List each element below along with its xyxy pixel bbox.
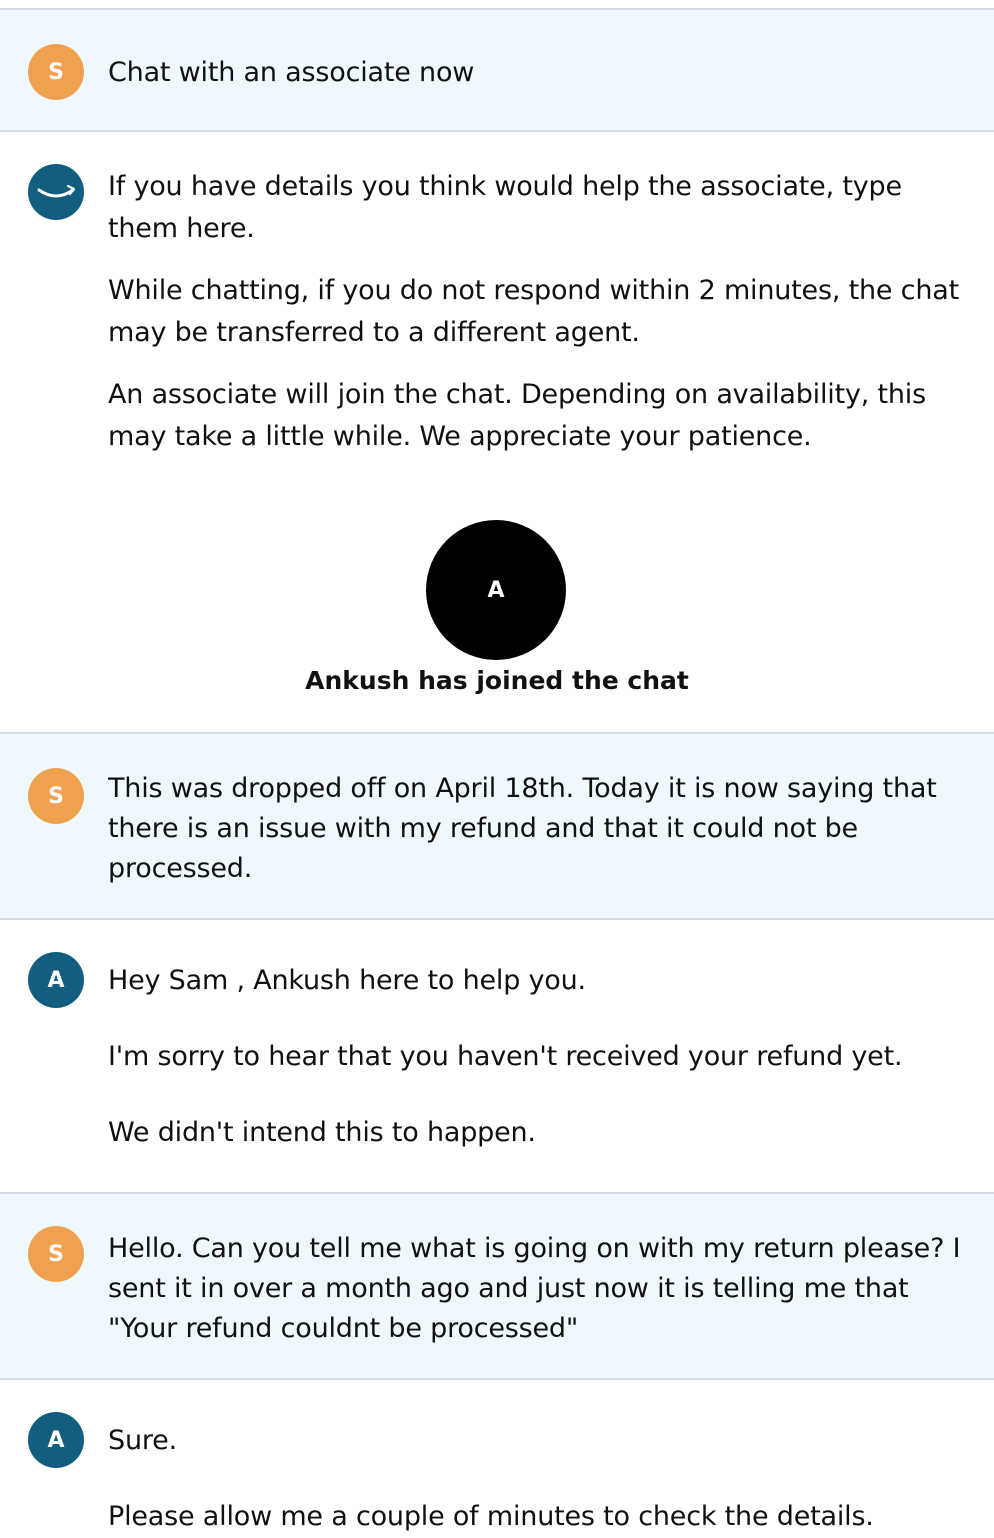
chat-message-agent: A Sure. Please allow me a couple of minu… <box>0 1380 994 1536</box>
message-paragraph: I'm sorry to hear that you haven't recei… <box>108 1041 903 1072</box>
amazon-smile-icon <box>37 184 76 198</box>
message-paragraph: We didn't intend this to happen. <box>108 1117 536 1148</box>
message-text: Chat with an associate now <box>108 57 475 88</box>
agent-avatar: A <box>28 952 84 1008</box>
message-text: This was dropped off on April 18th. Toda… <box>108 773 937 884</box>
customer-avatar: S <box>28 44 84 100</box>
agent-join-avatar: A <box>426 520 566 660</box>
chat-message-agent: A Hey Sam , Ankush here to help you. I'm… <box>0 920 994 1192</box>
amazon-smile-icon <box>28 164 84 220</box>
message-paragraph: Hey Sam , Ankush here to help you. <box>108 965 586 996</box>
message-paragraph: If you have details you think would help… <box>108 171 902 244</box>
message-text: Hello. Can you tell me what is going on … <box>108 1233 961 1344</box>
message-paragraph: Sure. <box>108 1425 177 1456</box>
agent-avatar: A <box>28 1412 84 1468</box>
message-paragraph: Please allow me a couple of minutes to c… <box>108 1501 874 1532</box>
customer-avatar: S <box>28 768 84 824</box>
agent-joined-notice: Ankush has joined the chat <box>305 666 689 695</box>
chat-message-customer: S This was dropped off on April 18th. To… <box>0 732 994 920</box>
chat-message-customer: S Hello. Can you tell me what is going o… <box>0 1192 994 1380</box>
message-paragraph: An associate will join the chat. Dependi… <box>108 379 926 452</box>
chat-message-customer: S Chat with an associate now <box>0 8 994 132</box>
customer-avatar: S <box>28 1226 84 1282</box>
message-paragraph: While chatting, if you do not respond wi… <box>108 275 959 348</box>
